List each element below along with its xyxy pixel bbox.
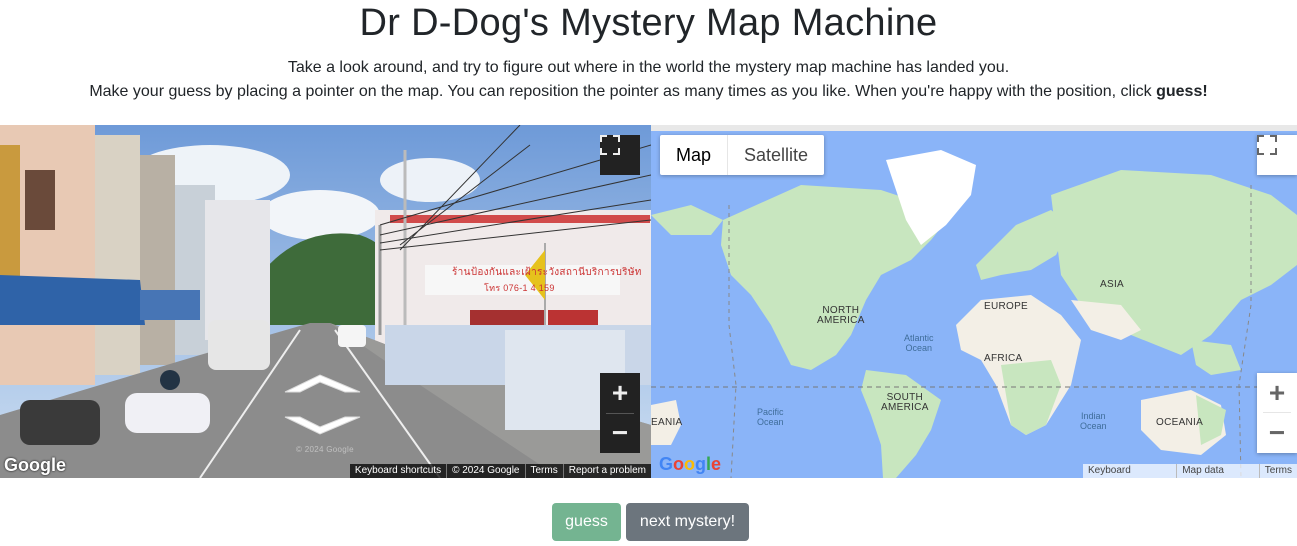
map-zoom-out-button[interactable]: − [1257,413,1297,452]
label-ocean-a: Ocean [905,343,933,353]
map-type-satellite-button[interactable]: Satellite [728,135,824,175]
sv-zoom-out-button[interactable]: − [600,413,640,453]
label-oceania-left: EANIA [651,417,683,428]
guess-button[interactable]: guess [552,503,621,541]
label-atlantic: Atlantic [904,333,934,343]
label-pacific-ocean: Pacific Ocean [757,407,784,427]
intro-text-line-2: Make your guess by placing a pointer on … [0,83,1297,101]
intro-text-line-1: Take a look around, and try to figure ou… [287,59,1010,76]
sv-fullscreen-button[interactable] [600,135,640,175]
sv-copyright: © 2024 Google [446,464,524,478]
sv-keyboard-shortcuts-link[interactable]: Keyboard shortcuts [350,464,446,478]
fullscreen-icon [1257,135,1277,155]
intro-text-prefix: Make your guess by placing a pointer on … [89,83,1157,100]
map-zoom-in-button[interactable]: + [1257,373,1297,412]
fullscreen-icon [600,135,620,155]
label-oceania: OCEANIA [1156,417,1204,428]
intro-guess-emphasis: guess! [1156,83,1208,100]
nav-arrow-forward-icon[interactable] [284,374,361,393]
street-view-panorama[interactable]: ร้านป้องกันและเฝ้าระวังสถานีบริการบริษัท… [0,125,651,478]
nav-arrow-back-icon[interactable] [284,416,361,435]
label-atlantic-ocean: Atlantic Ocean [904,333,934,353]
label-ocean-i: Ocean [1080,421,1107,431]
map-terms-link[interactable]: Terms [1258,464,1297,478]
map-attribution: Keyboard shortcuts Map data ©2024 Terms [1083,464,1297,478]
sv-report-problem-link[interactable]: Report a problem [562,464,651,478]
next-mystery-button[interactable]: next mystery! [626,503,749,541]
label-america-n: AMERICA [817,315,865,326]
label-indian: Indian [1081,411,1106,421]
label-europe: EUROPE [984,301,1029,312]
label-america-s: AMERICA [881,402,929,413]
sign-text-phone: โทร 076-1 4 159 [484,283,555,293]
label-africa: AFRICA [984,353,1023,364]
label-north-america: NORTH AMERICA [817,306,865,326]
map-fullscreen-button[interactable] [1257,135,1297,175]
label-asia: ASIA [1100,279,1124,290]
label-south-america: SOUTH AMERICA [881,393,929,413]
street-view-navigation[interactable] [275,367,375,437]
map-type-control: Map Satellite [660,135,825,175]
map-zoom-control: + − [1257,373,1297,453]
map-keyboard-shortcuts-link[interactable]: Keyboard shortcuts [1083,464,1176,478]
sv-zoom-in-button[interactable]: + [600,373,640,413]
label-ocean-p: Ocean [757,417,784,427]
map-data-credit: Map data ©2024 [1176,464,1259,478]
google-logo: Google [4,455,66,475]
image-watermark: © 2024 Google [296,445,354,454]
page-title: Dr D-Dog's Mystery Map Machine [359,2,938,44]
google-logo: Google [659,454,722,474]
sv-zoom-control: + − [600,373,640,453]
guess-map[interactable]: NORTH AMERICA SOUTH AMERICA EUROPE AFRICA … [651,125,1297,478]
map-type-map-button[interactable]: Map [660,135,729,175]
label-indian-ocean: Indian Ocean [1080,411,1107,431]
sv-terms-link[interactable]: Terms [524,464,563,478]
label-pacific: Pacific [757,407,784,417]
sv-attribution: Keyboard shortcuts © 2024 Google Terms R… [349,464,651,478]
sign-text-top: ร้านป้องกันและเฝ้าระวังสถานีบริการบริษัท [452,267,642,278]
